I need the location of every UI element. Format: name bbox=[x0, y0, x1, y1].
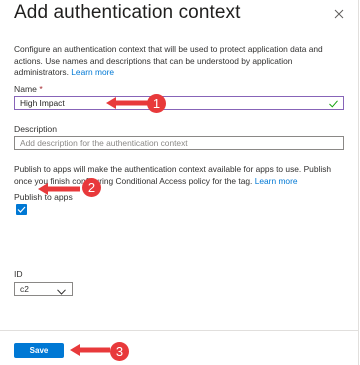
annotation-arrow-icon bbox=[38, 183, 80, 195]
name-input[interactable]: High Impact bbox=[14, 96, 344, 110]
panel-title: Add authentication context bbox=[14, 2, 241, 23]
id-selected-value: c2 bbox=[20, 284, 29, 294]
id-label: ID bbox=[14, 269, 23, 279]
close-icon[interactable] bbox=[332, 7, 346, 21]
required-marker: * bbox=[39, 84, 43, 94]
panel-description-text: Configure an authentication context that… bbox=[14, 44, 323, 77]
description-label: Description bbox=[14, 124, 57, 134]
checkmark-icon bbox=[17, 206, 26, 213]
id-dropdown[interactable]: c2 bbox=[14, 282, 73, 296]
name-label-text: Name bbox=[14, 84, 37, 94]
annotation-badge-1: 1 bbox=[147, 94, 166, 113]
save-button[interactable]: Save bbox=[14, 343, 64, 358]
name-label: Name * bbox=[14, 84, 43, 94]
check-icon bbox=[329, 99, 338, 108]
footer-divider bbox=[0, 330, 359, 331]
chevron-down-icon bbox=[57, 286, 66, 295]
publish-learn-more-link[interactable]: Learn more bbox=[255, 176, 298, 186]
learn-more-link[interactable]: Learn more bbox=[71, 67, 114, 77]
annotation-arrow-icon bbox=[70, 344, 110, 356]
description-input[interactable]: Add description for the authentication c… bbox=[14, 136, 344, 150]
annotation-badge-2: 2 bbox=[82, 178, 101, 197]
panel-description: Configure an authentication context that… bbox=[14, 44, 344, 79]
description-placeholder: Add description for the authentication c… bbox=[20, 138, 188, 148]
publish-checkbox[interactable] bbox=[16, 204, 27, 215]
annotation-badge-3: 3 bbox=[110, 342, 129, 361]
annotation-arrow-icon bbox=[106, 97, 148, 109]
name-input-value: High Impact bbox=[20, 98, 65, 108]
